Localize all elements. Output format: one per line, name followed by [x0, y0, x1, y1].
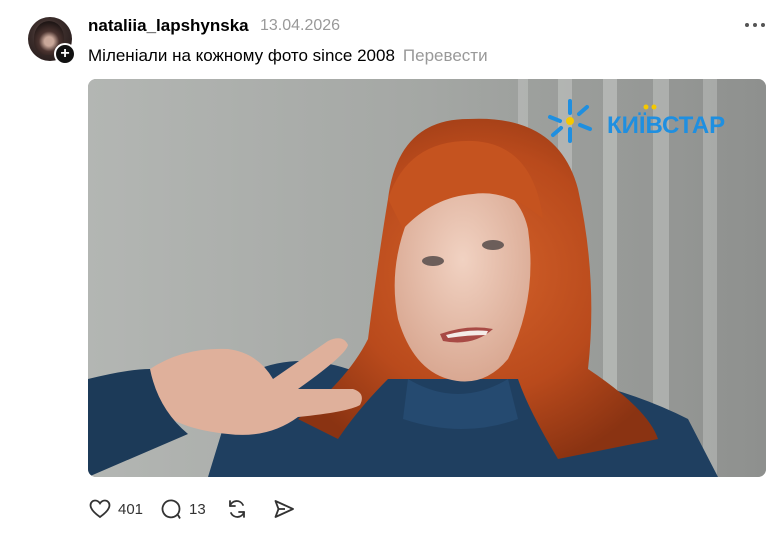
translate-link[interactable]: Перевести [403, 46, 488, 65]
plus-icon: + [60, 45, 70, 62]
post-caption: Міленіали на кожному фото since 2008 Пере… [88, 46, 488, 66]
post-image[interactable]: КИЇВСТАР [88, 79, 766, 477]
watermark-text: КИЇВСТАР [607, 112, 725, 139]
post-date[interactable]: 13.04.2026 [260, 17, 340, 35]
more-icon [745, 23, 765, 27]
comment-count: 13 [189, 500, 206, 518]
repost-icon [228, 500, 245, 518]
like-count: 401 [118, 500, 144, 518]
more-options-button[interactable] [742, 12, 768, 38]
post-actions: 401 13 [88, 495, 296, 523]
repost-button[interactable] [224, 497, 250, 521]
share-icon [274, 500, 294, 518]
username[interactable]: nataliia_lapshynska [88, 16, 249, 36]
caption-text: Міленіали на кожному фото since 2008 [88, 46, 395, 65]
share-button[interactable] [272, 497, 296, 521]
follow-button[interactable]: + [54, 43, 76, 65]
like-button[interactable]: 401 [88, 497, 143, 521]
heart-icon [89, 499, 111, 519]
comment-button[interactable]: 13 [159, 497, 206, 521]
comment-icon [161, 499, 181, 519]
